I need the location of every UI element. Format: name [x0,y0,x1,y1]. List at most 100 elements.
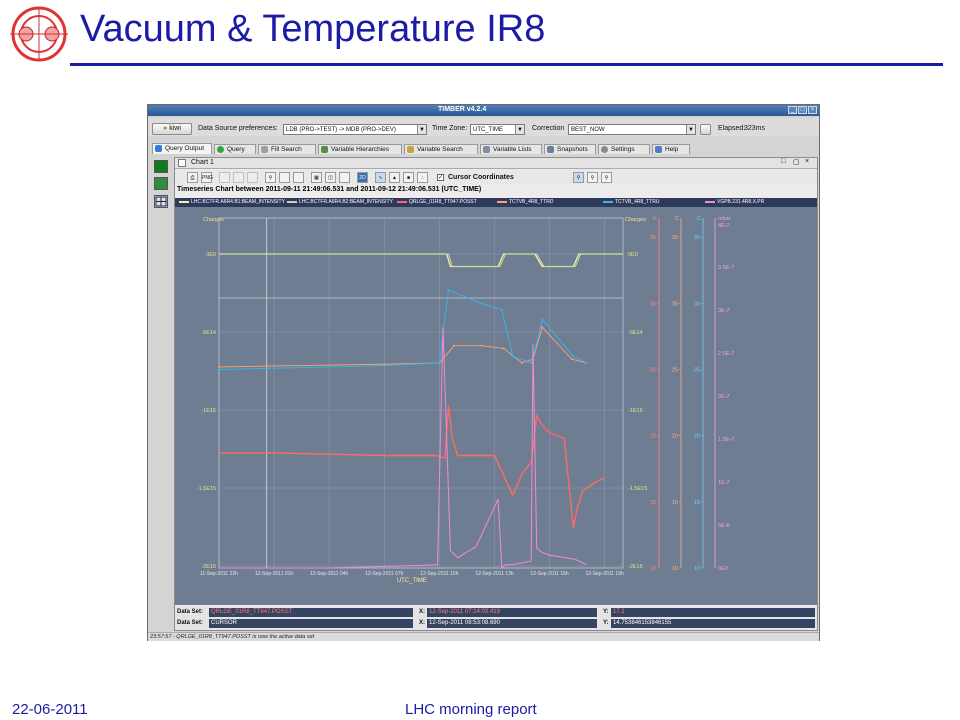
close-icon[interactable]: × [808,106,817,114]
png-export-button[interactable]: PNG [201,172,213,183]
value-axis-tick-label: 10 [650,566,656,572]
x-axis-title: UTC_TIME [397,578,427,584]
value-axis-tick-label: 20 [694,434,700,440]
maximize-icon[interactable]: □ [798,106,807,114]
zoom-out-disabled-icon[interactable] [233,172,244,183]
mbar-tick-label: 2E-7 [718,394,730,400]
dataset-name-field[interactable]: CURSOR [209,619,413,628]
x-tick-label: 11-Sep-2011 22h [200,571,238,577]
scale-icon[interactable] [279,172,290,183]
minimize-icon[interactable]: _ [788,106,797,114]
chart-caption: Timeseries Chart between 2011-09-11 21:4… [177,186,482,193]
dataset-panel: Data Set: QRLGE_01R8_TT947.POSST X: 12-S… [175,606,817,630]
mbar-tick-label: 2.5E-7 [718,351,734,357]
legend-label: QRLGE_01R8_TT947.POSST [409,199,477,205]
line-chart-icon[interactable]: ∿ [375,172,386,183]
kiwi-label: kiwi [169,125,181,132]
bar-icon[interactable] [339,172,350,183]
restore-icon[interactable]: □ [781,158,785,165]
mode-2d-button[interactable]: 2D [357,172,368,183]
timeseries-plot[interactable]: Charges Charges 0E0 0E0 -5E14 -5E14 -1E15 -1E15… [175,207,817,605]
footer-date: 22-06-2011 [12,701,88,718]
dataset-y-field[interactable]: 17.1 [611,608,815,617]
right-tick-label: -2E15 [628,564,643,570]
cursor-coordinates-checkbox[interactable]: ✓ [437,174,444,181]
tab-query[interactable]: Query [214,144,256,154]
right-tick-label: -1.5E15 [628,486,647,492]
tab-label: Help [665,146,679,153]
step-chart-icon[interactable]: ■ [403,172,414,183]
tab-help[interactable]: Help [652,144,690,154]
series-point [218,368,220,371]
mbar-tick-label: 0E0 [718,566,728,572]
chart-select-checkbox[interactable] [178,159,186,167]
main-tabs: Query Output Query Fill Search Variable … [148,142,819,154]
data-source-value: LDB (PRO->TEST) -> MDB (PRO->DEV) [286,127,396,133]
dataset-label: Data Set: [177,609,204,615]
value-axis-tick-label: 35 [672,235,678,241]
value-axis-tick-label: 15 [694,500,700,506]
value-axis-title: C [675,216,679,222]
chart-window-header: Chart 1 □ ▢ × [175,158,817,169]
data-source-label: Data Source preferences: [198,125,278,132]
value-axis-tick-label: 30 [672,301,678,307]
x-tick-label: 12-Sep-2011 10h [420,571,458,577]
tab-snapshots[interactable]: Snapshots [544,144,596,154]
legend-swatch [397,200,407,203]
tab-variable-lists[interactable]: Variable Lists [480,144,542,154]
mbar-tick-label: 3.5E-7 [718,265,734,271]
tab-label: Query Output [165,145,205,152]
zoom-out-icon[interactable]: ⚲ [601,172,612,183]
tab-label: Variable Search [417,146,463,153]
tab-settings[interactable]: Settings [598,144,650,154]
zoom-in-icon[interactable]: ⚲ [587,172,598,183]
status-text: 23:57:57 - QRLGE_01R8_TT947.POSST is now… [150,634,315,640]
zoom-in-disabled-icon[interactable] [219,172,230,183]
y-label: Y: [603,620,609,626]
filter-icon[interactable] [293,172,304,183]
time-zone-label: Time Zone: [432,125,468,132]
zoom-search-icon[interactable]: ⚲ [573,172,584,183]
tab-query-output[interactable]: Query Output [152,143,212,154]
dataset-x-field[interactable]: 12-Sep-2011 08:53:08.690 [427,619,597,628]
kiwi-button[interactable]: ● kiwi [152,123,192,135]
correction-options-button[interactable] [700,124,711,135]
dataset-name-field[interactable]: QRLGE_01R8_TT947.POSST [209,608,413,617]
chart-view-icon[interactable] [154,177,168,190]
legend-label: TCTVB_4R8_TTRU [615,199,660,205]
table-icon[interactable]: ▦ [311,172,322,183]
time-zone-select[interactable]: UTC_TIME ▼ [470,124,525,135]
pan-disabled-icon[interactable] [247,172,258,183]
mbar-axis-title: mbar [718,216,731,222]
dataset-x-field[interactable]: 12-Sep-2011 07:14:03.419 [427,608,597,617]
value-axis-title: K [653,216,657,222]
close-chart-icon[interactable]: × [805,158,809,165]
legend-item: QRLGE_01R8_TT947.POSST [397,199,477,205]
grid-view-icon[interactable] [154,195,168,208]
value-axis-tick-label: 25 [694,368,700,374]
dataset-y-field[interactable]: 14.753846153846155 [611,619,815,628]
sidebar-green-button[interactable] [154,160,168,173]
tab-variable-search[interactable]: Variable Search [404,144,478,154]
print-icon[interactable]: ⎙ [187,172,198,183]
area-chart-icon[interactable]: ▲ [389,172,400,183]
mbar-tick-label: 3E-7 [718,308,730,314]
maximize-chart-icon[interactable]: ▢ [793,158,800,166]
slide: Vacuum & Temperature IR8 TIMBER v4.2.4 _… [0,0,960,720]
series-point [480,302,483,305]
y-label: Y: [603,609,609,615]
x-tick-label: 12-Sep-2011 13h [475,571,513,577]
chart-toolbar: ⎙ PNG ⚲ ▦ ◫ 2D ∿ ▲ ■ ∴ ✓ Cursor Coordina… [175,170,817,185]
series-point [541,326,544,329]
tab-fill-search[interactable]: Fill Search [258,144,316,154]
magnify-icon[interactable]: ⚲ [265,172,276,183]
scatter-chart-icon[interactable]: ∴ [417,172,428,183]
status-bar: 23:57:57 - QRLGE_01R8_TT947.POSST is now… [148,632,819,641]
correction-select[interactable]: BEST_NOW ▼ [568,124,696,135]
columns-icon[interactable]: ◫ [325,172,336,183]
legend-item: LHC.BCTFR.A6R4.B2:BEAM_INTENSITY [287,199,393,205]
series-point [447,289,450,292]
data-source-select[interactable]: LDB (PRO->TEST) -> MDB (PRO->DEV) ▼ [283,124,427,135]
legend-item: TCTVB_4R8_TTRD [497,199,553,205]
tab-variable-hierarchies[interactable]: Variable Hierarchies [318,144,402,154]
